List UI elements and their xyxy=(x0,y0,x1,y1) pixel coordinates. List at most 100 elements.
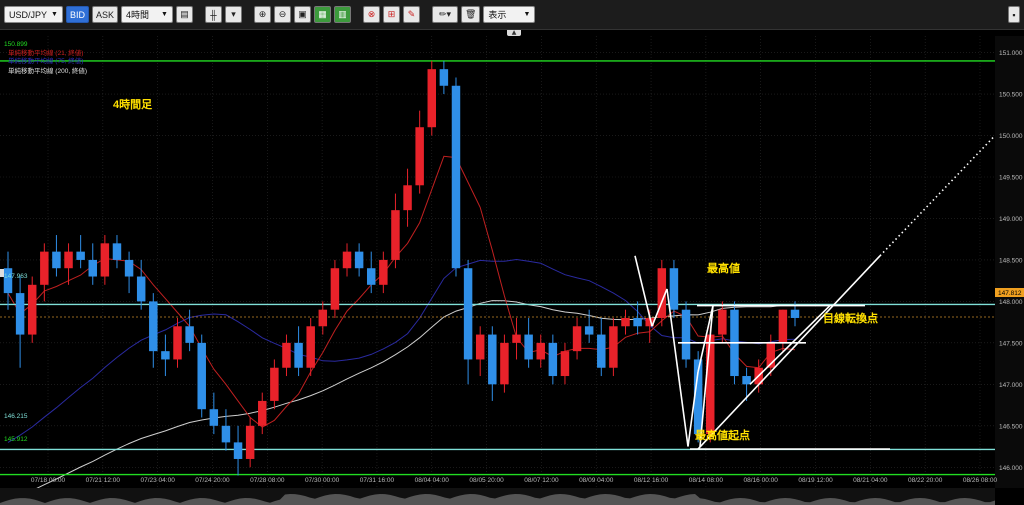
layout-icon[interactable]: ▥ xyxy=(333,6,351,23)
display-label: 表示 xyxy=(488,10,507,20)
bottom-green-label: 145.912 xyxy=(4,436,28,443)
candle-body xyxy=(451,85,461,269)
timeframe-select[interactable]: 4時間 ▼ xyxy=(120,6,173,23)
candle-body xyxy=(88,259,97,277)
candle-body xyxy=(15,293,25,335)
price-tick-label: 149.000 xyxy=(999,216,1023,223)
legend-sma200: 単純移動平均線 (200, 終値) xyxy=(8,66,87,75)
price-tick-label: 146.000 xyxy=(999,465,1023,472)
candle-body xyxy=(463,268,473,360)
chevron-down-icon: ▼ xyxy=(523,11,531,18)
display-menu[interactable]: 表示 ▼ xyxy=(483,6,536,23)
candle-body xyxy=(597,334,606,368)
candle-body xyxy=(439,69,449,86)
candle-body xyxy=(52,251,61,269)
time-tick-label: 07/28 08:00 xyxy=(250,477,285,484)
symbol-label: USD/JPY xyxy=(9,9,48,20)
time-tick-label: 07/24 20:00 xyxy=(195,477,230,484)
price-tick-label: 148.000 xyxy=(999,299,1023,306)
candle-body xyxy=(282,342,291,368)
price-chart[interactable]: 146.000 146.500 147.000 147.500 148.000 148.5… xyxy=(0,36,1024,505)
candle-body xyxy=(342,251,352,269)
candle-body xyxy=(681,309,691,360)
link-icon[interactable]: ⊗ xyxy=(362,6,380,23)
candle-body xyxy=(778,309,788,343)
grid-icon[interactable]: ▦ xyxy=(313,6,331,23)
zoom-out-icon[interactable]: ⊖ xyxy=(273,6,291,23)
candle-body xyxy=(415,127,424,186)
candle-body xyxy=(76,251,85,260)
candle-body xyxy=(379,259,388,285)
crosshair-marker xyxy=(0,269,4,277)
settings-icon[interactable]: ▤ xyxy=(175,6,193,23)
candle-body xyxy=(64,251,73,269)
annotation-highest: 最高値 xyxy=(707,261,740,275)
candle-body xyxy=(258,400,267,426)
time-tick-label: 08/14 08:00 xyxy=(689,477,724,484)
chart-title: 4時間足 xyxy=(113,97,153,111)
bid-button[interactable]: BID xyxy=(65,6,89,23)
candle-body xyxy=(500,342,509,385)
time-tick-label: 08/21 04:00 xyxy=(853,477,888,484)
candle-body xyxy=(173,326,182,360)
candle-body xyxy=(294,342,303,368)
candle-body xyxy=(100,243,110,277)
candle-body xyxy=(161,351,170,360)
time-tick-label: 08/26 08:00 xyxy=(963,477,998,484)
candle-body xyxy=(524,334,533,360)
candle-body xyxy=(633,317,642,327)
chevron-down-icon: ▼ xyxy=(51,11,58,18)
candle-body xyxy=(621,317,630,327)
candle-body xyxy=(330,268,340,310)
chart-toolbar: USD/JPY ▼ BID ASK 4時間 ▼ ▤ ╫ ▾ ⊕ ⊖ ▣ ▦ ▥ ⊗ … xyxy=(0,0,1024,30)
fit-icon[interactable]: ▣ xyxy=(293,6,311,23)
price-tick-label: 149.500 xyxy=(999,174,1023,181)
time-tick-label: 08/07 12:00 xyxy=(524,477,559,484)
symbol-select[interactable]: USD/JPY ▼ xyxy=(4,6,63,23)
time-tick-label: 08/22 20:00 xyxy=(908,477,943,484)
candle-body xyxy=(318,309,328,327)
draw-icon[interactable]: ✎ xyxy=(402,6,420,23)
time-tick-label: 08/09 04:00 xyxy=(579,477,614,484)
price-tick-label: 150.000 xyxy=(999,133,1023,140)
candle-body xyxy=(197,342,206,410)
ask-button[interactable]: ASK xyxy=(91,6,118,23)
candle-body xyxy=(790,309,800,318)
cyan-lower-label: 146.215 xyxy=(4,413,28,420)
candle-body xyxy=(270,367,279,401)
time-tick-label: 07/30 00:00 xyxy=(305,477,340,484)
legend-sma21: 単純移動平均線 (21, 終値) xyxy=(8,48,83,57)
price-tick-label: 147.000 xyxy=(999,382,1023,389)
candlestick-chart-icon[interactable]: ╫ xyxy=(204,6,222,23)
candle-body xyxy=(475,334,485,360)
candle-body xyxy=(40,251,49,285)
candle-body xyxy=(221,425,231,443)
candle-body xyxy=(548,342,558,377)
trash-icon[interactable]: 🗑 xyxy=(460,6,481,23)
candle-body xyxy=(112,243,122,260)
candle-body xyxy=(124,259,134,277)
pen-tool-icon[interactable]: ✏▾ xyxy=(431,6,458,23)
price-axis: 146.000 146.500 147.000 147.500 148.000 148.5… xyxy=(995,36,1024,488)
time-tick-label: 08/16 00:00 xyxy=(744,477,779,484)
zoom-in-icon[interactable]: ⊕ xyxy=(253,6,271,23)
time-tick-label: 07/18 00:00 xyxy=(31,477,66,484)
maximize-icon[interactable]: ▪ xyxy=(1008,6,1020,23)
candle-body xyxy=(306,326,315,368)
time-tick-label: 07/31 16:00 xyxy=(360,477,395,484)
legend-sma75: 単純移動平均線 (75, 終値) xyxy=(8,56,83,65)
price-tick-label: 150.500 xyxy=(999,92,1023,99)
time-tick-label: 08/05 20:00 xyxy=(469,477,504,484)
candle-body xyxy=(233,442,243,459)
chart-type-dropdown-icon[interactable]: ▾ xyxy=(224,6,242,23)
compare-icon[interactable]: ⊞ xyxy=(382,6,400,23)
price-tick-label: 146.500 xyxy=(999,423,1023,430)
candle-body xyxy=(512,334,521,343)
top-green-label: 150.899 xyxy=(4,41,28,48)
candle-body xyxy=(149,301,158,352)
candle-body xyxy=(560,351,570,377)
candle-body xyxy=(584,326,594,335)
candle-body xyxy=(427,69,437,128)
time-tick-label: 08/12 16:00 xyxy=(634,477,669,484)
current-price-label: 147.812 xyxy=(998,290,1022,297)
